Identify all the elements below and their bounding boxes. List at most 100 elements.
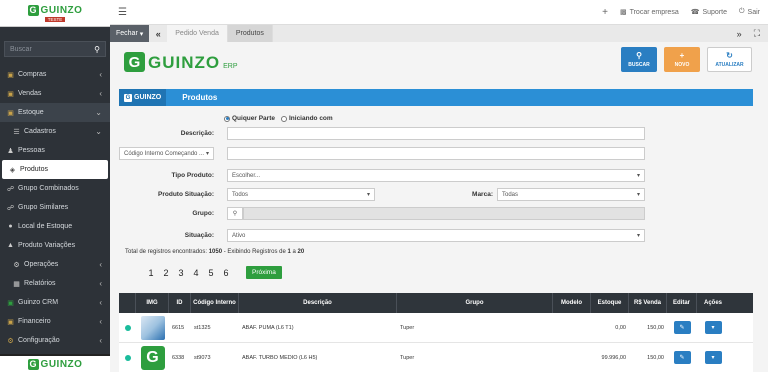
sair-link[interactable]: ⏻ Sair xyxy=(739,8,760,16)
brand-logo: G GUINZO ERP xyxy=(124,52,238,72)
tab-produtos[interactable]: Produtos xyxy=(227,25,273,42)
caret-down-icon: ▾ xyxy=(636,192,640,198)
page-link[interactable]: 4 xyxy=(191,268,201,278)
buscar-button[interactable]: ⚲ BUSCAR xyxy=(621,47,657,72)
marca-select[interactable]: Todas ▾ xyxy=(497,188,645,201)
guinzo-logo-icon: G xyxy=(124,52,145,72)
edit-button[interactable]: ✎ xyxy=(673,351,691,364)
sidebar-item-produto-variacoes[interactable]: ▲ Produto Variações xyxy=(0,236,110,255)
atualizar-button[interactable]: ↻ ATUALIZAR xyxy=(707,47,752,72)
menu-toggle-icon[interactable]: ☰ xyxy=(118,7,127,18)
caret-down-icon: ▾ xyxy=(711,355,715,361)
sidebar-search: ⚲ xyxy=(4,41,106,57)
sidebar-item-financeiro[interactable]: ▣ Financeiro ‹ xyxy=(0,312,110,331)
money-icon: ▣ xyxy=(7,318,14,326)
col-header-status xyxy=(119,293,136,313)
edit-button[interactable]: ✎ xyxy=(673,321,691,334)
page-link[interactable]: 5 xyxy=(206,268,216,278)
fullscreen-icon[interactable]: ⛶ xyxy=(754,28,760,39)
tabs-bar: Fechar ▾ « Pedido Venda Produtos » ⛶ xyxy=(110,25,768,42)
chevron-left-icon: ‹ xyxy=(99,279,102,288)
sidebar-item-configuracao[interactable]: ⚙ Configuração ‹ xyxy=(0,331,110,350)
sidebar-item-label: Pessoas xyxy=(18,147,45,154)
radio-iniciando-com[interactable]: Iniciando com xyxy=(280,115,333,122)
search-icon: ⚲ xyxy=(232,211,238,217)
sidebar-item-label: Financeiro xyxy=(18,318,51,325)
grupo-search-button[interactable]: ⚲ xyxy=(227,207,243,220)
sidebar-item-operacoes[interactable]: ⚙ Operações ‹ xyxy=(0,255,110,274)
sidebar-item-grupo-similares[interactable]: ☍ Grupo Similares xyxy=(0,198,110,217)
page-link[interactable]: 2 xyxy=(161,268,171,278)
col-header-acoes: Ações xyxy=(703,299,722,306)
radio-unchecked-icon xyxy=(280,115,287,122)
cart-icon: ▣ xyxy=(7,71,14,79)
edit-icon: ✎ xyxy=(679,325,685,331)
col-header-venda: R$ Venda xyxy=(629,293,667,313)
location-icon: ● xyxy=(8,223,13,230)
sidebar-item-label: Relatórios xyxy=(24,280,56,287)
grupo-input[interactable] xyxy=(243,207,645,220)
sidebar-item-estoque[interactable]: ▣ Estoque ⌄ xyxy=(0,103,110,122)
sidebar-footer-logo: G GUINZO xyxy=(0,354,110,372)
descricao-input[interactable] xyxy=(227,127,645,140)
situacao-select[interactable]: Ativo ▾ xyxy=(227,229,645,242)
proxima-button[interactable]: Próxima xyxy=(246,266,282,279)
actions-dropdown-button[interactable]: ▾ xyxy=(704,321,722,334)
page-link[interactable]: 1 xyxy=(146,268,156,278)
page-link[interactable]: 3 xyxy=(176,268,186,278)
page-link[interactable]: 6 xyxy=(221,268,231,278)
novo-button[interactable]: + NOVO xyxy=(664,47,700,72)
add-icon[interactable]: + xyxy=(602,7,608,18)
situacao-row: Situação: Ativo ▾ xyxy=(110,229,645,242)
radio-qualquer-parte[interactable]: Quiquer Parte xyxy=(224,115,275,122)
fechar-dropdown[interactable]: Fechar ▾ xyxy=(110,25,150,42)
codigo-row: Código Interno Começando ... ▾ xyxy=(119,147,645,160)
panel-header: G GUINZO Produtos xyxy=(119,89,753,106)
produto-situacao-select[interactable]: Todos ▾ xyxy=(227,188,375,201)
situacao-marca-row: Produto Situação: Todos ▾ Marca: Todas ▾ xyxy=(110,188,645,201)
search-icon[interactable]: ⚲ xyxy=(94,45,100,54)
sidebar-item-cadastros[interactable]: ☰ Cadastros ⌄ xyxy=(0,122,110,141)
chevron-left-icon: ‹ xyxy=(99,298,102,307)
suporte-link[interactable]: ☎ Suporte xyxy=(691,8,727,17)
codigo-input[interactable] xyxy=(227,147,645,160)
table-row[interactable]: 6615 st1325 ABAF. PUMA (L6 T1) Tuper 0,0… xyxy=(119,313,753,343)
sidebar-item-produtos[interactable]: ◈ Produtos xyxy=(2,160,108,179)
sidebar-item-relatorios[interactable]: ▦ Relatórios ‹ xyxy=(0,274,110,293)
codigo-select[interactable]: Código Interno Começando ... ▾ xyxy=(119,147,214,160)
table-row[interactable]: G 6338 st9073 ABAF. TURBO MEDIO (L6 H5) … xyxy=(119,343,753,372)
caret-down-icon: ▾ xyxy=(205,151,209,157)
sidebar-search-input[interactable] xyxy=(10,45,80,53)
sidebar-logo[interactable]: G GUINZO TESTE xyxy=(0,0,110,27)
chevron-down-icon: ⌄ xyxy=(95,108,102,117)
guinzo-logo-icon: G xyxy=(27,4,39,16)
actions-dropdown-button[interactable]: ▾ xyxy=(704,351,722,364)
tabs-scroll-right-icon[interactable]: » xyxy=(737,29,742,39)
cell-codigo: st1325 xyxy=(194,324,211,331)
sidebar-item-local-estoque[interactable]: ● Local de Estoque xyxy=(0,217,110,236)
tipo-row: Tipo Produto: Escolher... ▾ xyxy=(110,169,645,182)
sidebar-item-label: Local de Estoque xyxy=(18,223,73,230)
edit-icon: ✎ xyxy=(679,355,685,361)
sidebar-item-guinzo-crm[interactable]: ▣ Guinzo CRM ‹ xyxy=(0,293,110,312)
gear-icon: ⚙ xyxy=(7,337,14,345)
tipo-produto-select[interactable]: Escolher... ▾ xyxy=(227,169,645,182)
chevron-left-icon: ‹ xyxy=(99,260,102,269)
col-header-editar: Editar xyxy=(667,293,697,313)
sidebar-item-label: Produtos xyxy=(20,166,49,173)
trocar-empresa-link[interactable]: ▩ Trocar empresa xyxy=(620,8,679,17)
sidebar-item-pessoas[interactable]: ♟ Pessoas xyxy=(0,141,110,160)
sidebar-item-label: Produto Variações xyxy=(18,242,76,249)
cell-codigo: st9073 xyxy=(194,354,211,361)
sidebar-item-grupo-combinados[interactable]: ☍ Grupo Combinados xyxy=(0,179,110,198)
tab-pedido-venda[interactable]: Pedido Venda xyxy=(167,25,228,42)
cell-modelo xyxy=(553,313,591,342)
sidebar-item-label: Guinzo CRM xyxy=(18,299,59,306)
descricao-row: Descrição: xyxy=(110,127,645,140)
tabs-scroll-left-icon[interactable]: « xyxy=(149,29,167,39)
sidebar-item-vendas[interactable]: ▣ Vendas ‹ xyxy=(0,84,110,103)
produto-situacao-label: Produto Situação: xyxy=(158,191,214,198)
logo-text: GUINZO xyxy=(40,4,83,16)
sidebar-item-compras[interactable]: ▣ Compras ‹ xyxy=(0,65,110,84)
sidebar-item-label: Grupo Combinados xyxy=(18,185,79,192)
